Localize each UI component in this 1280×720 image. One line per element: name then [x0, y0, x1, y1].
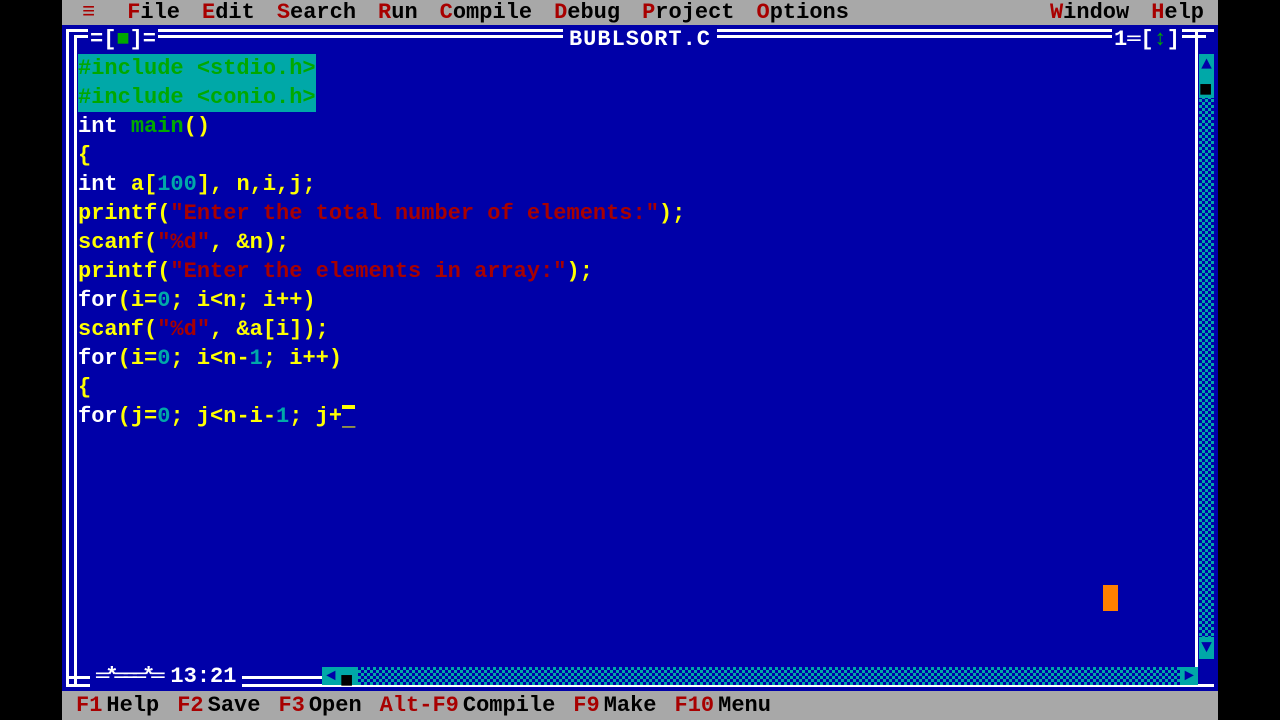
scroll-down-arrow-icon[interactable]: ▼ — [1199, 637, 1214, 659]
function-key-bar: F1Help F2Save F3Open Alt-F9Compile F9Mak… — [62, 691, 1218, 720]
fn-menu[interactable]: F10Menu — [675, 691, 771, 720]
code-line[interactable]: int main() — [78, 112, 1190, 141]
fn-make[interactable]: F9Make — [573, 691, 656, 720]
code-line[interactable]: scanf("%d", &n); — [78, 228, 1190, 257]
menu-bar: ≡ File Edit Search Run Compile Debug Pro… — [62, 0, 1218, 24]
ide-screen: ≡ File Edit Search Run Compile Debug Pro… — [62, 0, 1218, 720]
menu-project[interactable]: Project — [642, 0, 734, 27]
mouse-cursor-icon — [1103, 585, 1118, 611]
modified-indicator-icon: ═*═══*═ — [96, 662, 160, 691]
menu-window[interactable]: Window — [1050, 0, 1129, 27]
cursor-position: 13:21 — [170, 662, 236, 691]
menu-run[interactable]: Run — [378, 0, 418, 27]
code-line[interactable]: for(j=0; j<n-i-1; j+_ — [78, 402, 1190, 431]
code-line[interactable]: printf("Enter the elements in array:"); — [78, 257, 1190, 286]
code-line[interactable]: { — [78, 373, 1190, 402]
code-line[interactable]: for(i=0; i<n-1; i++) — [78, 344, 1190, 373]
status-bar: ═*═══*═ 13:21 — [90, 662, 242, 691]
scroll-up-arrow-icon[interactable]: ▲ — [1199, 54, 1214, 76]
code-line[interactable]: { — [78, 141, 1190, 170]
scroll-left-arrow-icon[interactable]: ◄ — [322, 667, 340, 685]
code-line[interactable]: for(i=0; i<n; i++) — [78, 286, 1190, 315]
menu-help[interactable]: Help — [1151, 0, 1204, 27]
fn-open[interactable]: F3Open — [278, 691, 361, 720]
fn-save[interactable]: F2Save — [177, 691, 260, 720]
horizontal-scroll-thumb[interactable]: ■ — [340, 667, 358, 685]
menu-compile[interactable]: Compile — [440, 0, 532, 27]
menu-options[interactable]: Options — [757, 0, 849, 27]
window-title: BUBLSORT.C — [563, 25, 717, 54]
code-line[interactable]: printf("Enter the total number of elemen… — [78, 199, 1190, 228]
zoom-box-icon[interactable]: ═[↕] — [1127, 27, 1180, 52]
code-area[interactable]: #include <stdio.h>#include <conio.h>int … — [78, 54, 1190, 659]
close-box-icon[interactable]: =[■]= — [88, 25, 158, 54]
menu-search[interactable]: Search — [277, 0, 356, 27]
code-line[interactable]: scanf("%d", &a[i]); — [78, 315, 1190, 344]
menu-debug[interactable]: Debug — [554, 0, 620, 27]
fn-help[interactable]: F1Help — [76, 691, 159, 720]
code-line[interactable]: #include <stdio.h> — [78, 54, 1190, 83]
vertical-scrollbar[interactable]: ▲ ■ ▼ — [1199, 54, 1214, 659]
vertical-scroll-thumb[interactable]: ■ — [1199, 76, 1214, 98]
fn-compile[interactable]: Alt-F9Compile — [380, 691, 556, 720]
horizontal-scrollbar[interactable]: ◄ ■ ► — [322, 667, 1198, 685]
system-menu-icon[interactable]: ≡ — [82, 0, 95, 27]
menu-file[interactable]: File — [127, 0, 180, 27]
title-bar: =[■]= BUBLSORT.C 1═[↕] — [62, 25, 1218, 54]
menu-edit[interactable]: Edit — [202, 0, 255, 27]
window-number: 1 — [1114, 27, 1127, 52]
editor-window: =[■]= BUBLSORT.C 1═[↕] #include <stdio.h… — [62, 25, 1218, 691]
code-line[interactable]: int a[100], n,i,j; — [78, 170, 1190, 199]
scroll-right-arrow-icon[interactable]: ► — [1180, 667, 1198, 685]
code-line[interactable]: #include <conio.h> — [78, 83, 1190, 112]
